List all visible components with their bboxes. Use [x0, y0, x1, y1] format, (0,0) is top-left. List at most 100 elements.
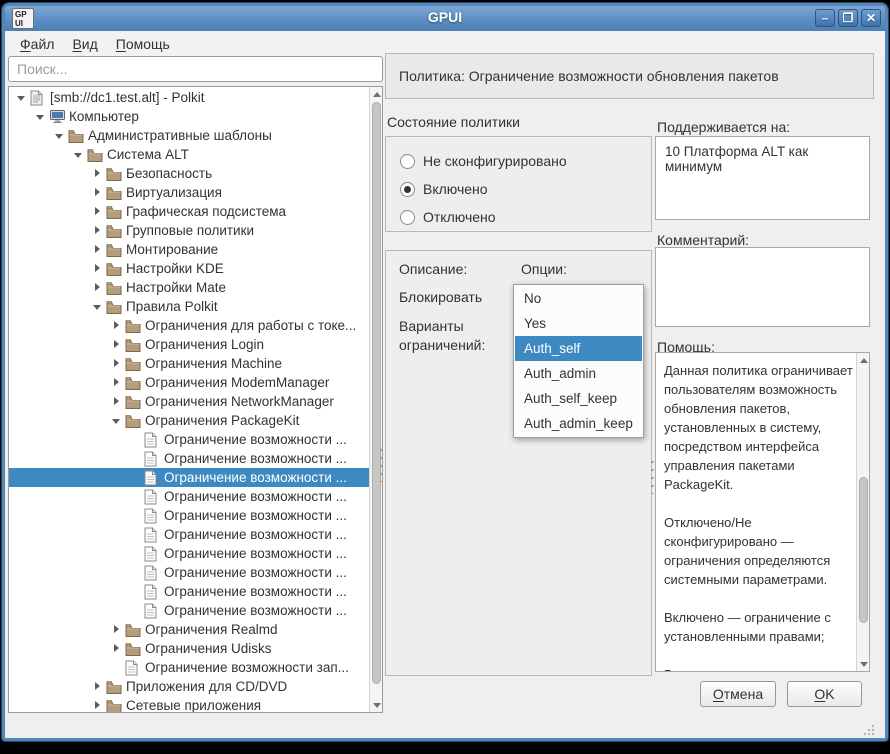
cancel-button[interactable]: Отмена [700, 681, 776, 707]
expander-spacer [129, 449, 144, 468]
expander-icon[interactable] [91, 164, 106, 183]
folder-icon [87, 147, 105, 163]
comment-field[interactable] [655, 247, 870, 327]
tree-item-label: Ограничение возможности зап... [143, 660, 349, 675]
tree-item[interactable]: Ограничение возможности ... [9, 468, 383, 487]
expander-icon[interactable] [110, 373, 125, 392]
policy-state-option[interactable]: Отключено [400, 205, 651, 229]
expander-icon[interactable] [15, 88, 30, 107]
tree-item[interactable]: Ограничения NetworkManager [9, 392, 368, 411]
tree-item-label: Ограничение возможности ... [162, 451, 347, 466]
scroll-down-icon[interactable] [857, 657, 870, 671]
tree-item[interactable]: Монтирование [9, 240, 368, 259]
tree-item[interactable]: Ограничения Machine [9, 354, 368, 373]
tree-item[interactable]: Настройки Mate [9, 278, 368, 297]
tree-scrollbar-thumb[interactable] [372, 102, 381, 684]
tree-item[interactable]: Правила Polkit [9, 297, 368, 316]
expander-icon[interactable] [110, 316, 125, 335]
expander-icon[interactable] [91, 677, 106, 696]
resize-grip[interactable] [863, 724, 875, 736]
policy-state-option[interactable]: Не сконфигурировано [400, 149, 651, 173]
dropdown-option[interactable]: Yes [515, 311, 642, 336]
document-icon [125, 660, 143, 676]
expander-icon[interactable] [53, 126, 68, 145]
tree-item[interactable]: Графическая подсистема [9, 202, 368, 221]
tree-item[interactable]: Сетевые приложения [9, 696, 368, 713]
tree-item[interactable]: Ограничения Login [9, 335, 368, 354]
tree-item[interactable]: Ограничение возможности зап... [9, 658, 368, 677]
tree-item-label: Ограничения NetworkManager [143, 394, 334, 409]
tree-item[interactable]: Безопасность [9, 164, 368, 183]
tree-item[interactable]: Ограничение возможности ... [9, 544, 368, 563]
panel-splitter[interactable] [379, 446, 384, 482]
expander-icon[interactable] [91, 259, 106, 278]
help-scrollbar[interactable] [856, 353, 869, 671]
scroll-up-icon[interactable] [370, 87, 383, 101]
expander-icon[interactable] [91, 297, 106, 316]
tree-item[interactable]: Ограничение возможности ... [9, 487, 368, 506]
tree-item[interactable]: Ограничение возможности ... [9, 506, 368, 525]
tree-item[interactable]: Настройки KDE [9, 259, 368, 278]
expander-icon[interactable] [110, 392, 125, 411]
supported-on-field[interactable]: 10 Платформа ALT как минимум [655, 136, 870, 220]
tree-item[interactable]: Ограничения ModemManager [9, 373, 368, 392]
options-dropdown-popup: NoYesAuth_selfAuth_adminAuth_self_keepAu… [513, 284, 644, 438]
dropdown-option[interactable]: Auth_admin_keep [515, 411, 642, 436]
expander-icon[interactable] [72, 145, 87, 164]
dropdown-option[interactable]: Auth_self [515, 336, 642, 361]
tree-item[interactable]: Виртуализация [9, 183, 368, 202]
tree-item[interactable]: Ограничения для работы с токе... [9, 316, 368, 335]
tree-item[interactable]: Ограничение возможности ... [9, 449, 368, 468]
scroll-down-icon[interactable] [370, 698, 383, 712]
tree-item[interactable]: Ограничение возможности ... [9, 582, 368, 601]
tree-item[interactable]: Ограничение возможности ... [9, 525, 368, 544]
expander-icon[interactable] [91, 696, 106, 713]
expander-icon[interactable] [91, 221, 106, 240]
dropdown-option[interactable]: Auth_admin [515, 361, 642, 386]
folder-icon [106, 679, 124, 695]
expander-icon[interactable] [110, 335, 125, 354]
dropdown-option[interactable]: Auth_self_keep [515, 386, 642, 411]
tree-item[interactable]: Ограничения PackageKit [9, 411, 368, 430]
tree-item[interactable]: Приложения для CD/DVD [9, 677, 368, 696]
comment-label: Комментарий: [657, 232, 749, 248]
menu-item-view[interactable]: Вид [63, 33, 106, 55]
search-input[interactable] [8, 56, 383, 82]
tree-item[interactable]: Ограничение возможности ... [9, 601, 368, 620]
tree-scrollbar[interactable] [369, 87, 382, 712]
document-icon [144, 470, 162, 486]
policy-state-option[interactable]: Включено [400, 177, 651, 201]
tree-item[interactable]: Ограничение возможности ... [9, 563, 368, 582]
tree-item[interactable]: Система ALT [9, 145, 368, 164]
expander-icon[interactable] [110, 639, 125, 658]
expander-icon[interactable] [91, 278, 106, 297]
help-scrollbar-thumb[interactable] [859, 477, 868, 623]
expander-icon[interactable] [91, 240, 106, 259]
expander-spacer [129, 468, 144, 487]
tree-item[interactable]: [smb://dc1.test.alt] - Polkit [9, 88, 368, 107]
tree-item[interactable]: Ограничения Udisks [9, 639, 368, 658]
expander-icon[interactable] [110, 620, 125, 639]
expander-icon[interactable] [110, 411, 125, 430]
close-button[interactable]: ✕ [861, 9, 881, 27]
maximize-button[interactable]: ❐ [838, 9, 858, 27]
scroll-up-icon[interactable] [857, 353, 870, 367]
minimize-button[interactable]: – [815, 9, 835, 27]
tree-item[interactable]: Ограничения Realmd [9, 620, 368, 639]
tree-item[interactable]: Групповые политики [9, 221, 368, 240]
radio-icon[interactable] [400, 210, 415, 225]
ok-button[interactable]: OK [787, 681, 862, 707]
tree-item[interactable]: Ограничение возможности ... [9, 430, 368, 449]
expander-icon[interactable] [110, 354, 125, 373]
radio-icon[interactable] [400, 154, 415, 169]
expander-icon[interactable] [34, 107, 49, 126]
radio-checked-icon[interactable] [400, 182, 415, 197]
dropdown-option[interactable]: No [515, 286, 642, 311]
expander-icon[interactable] [91, 202, 106, 221]
menu-item-help[interactable]: Помощь [107, 33, 179, 55]
tree-item[interactable]: Административные шаблоны [9, 126, 368, 145]
tree-item[interactable]: Компьютер [9, 107, 368, 126]
menu-item-file[interactable]: Файл [11, 33, 63, 55]
expander-icon[interactable] [91, 183, 106, 202]
help-paragraph: Данная политика ограничивает пользовател… [664, 361, 853, 494]
